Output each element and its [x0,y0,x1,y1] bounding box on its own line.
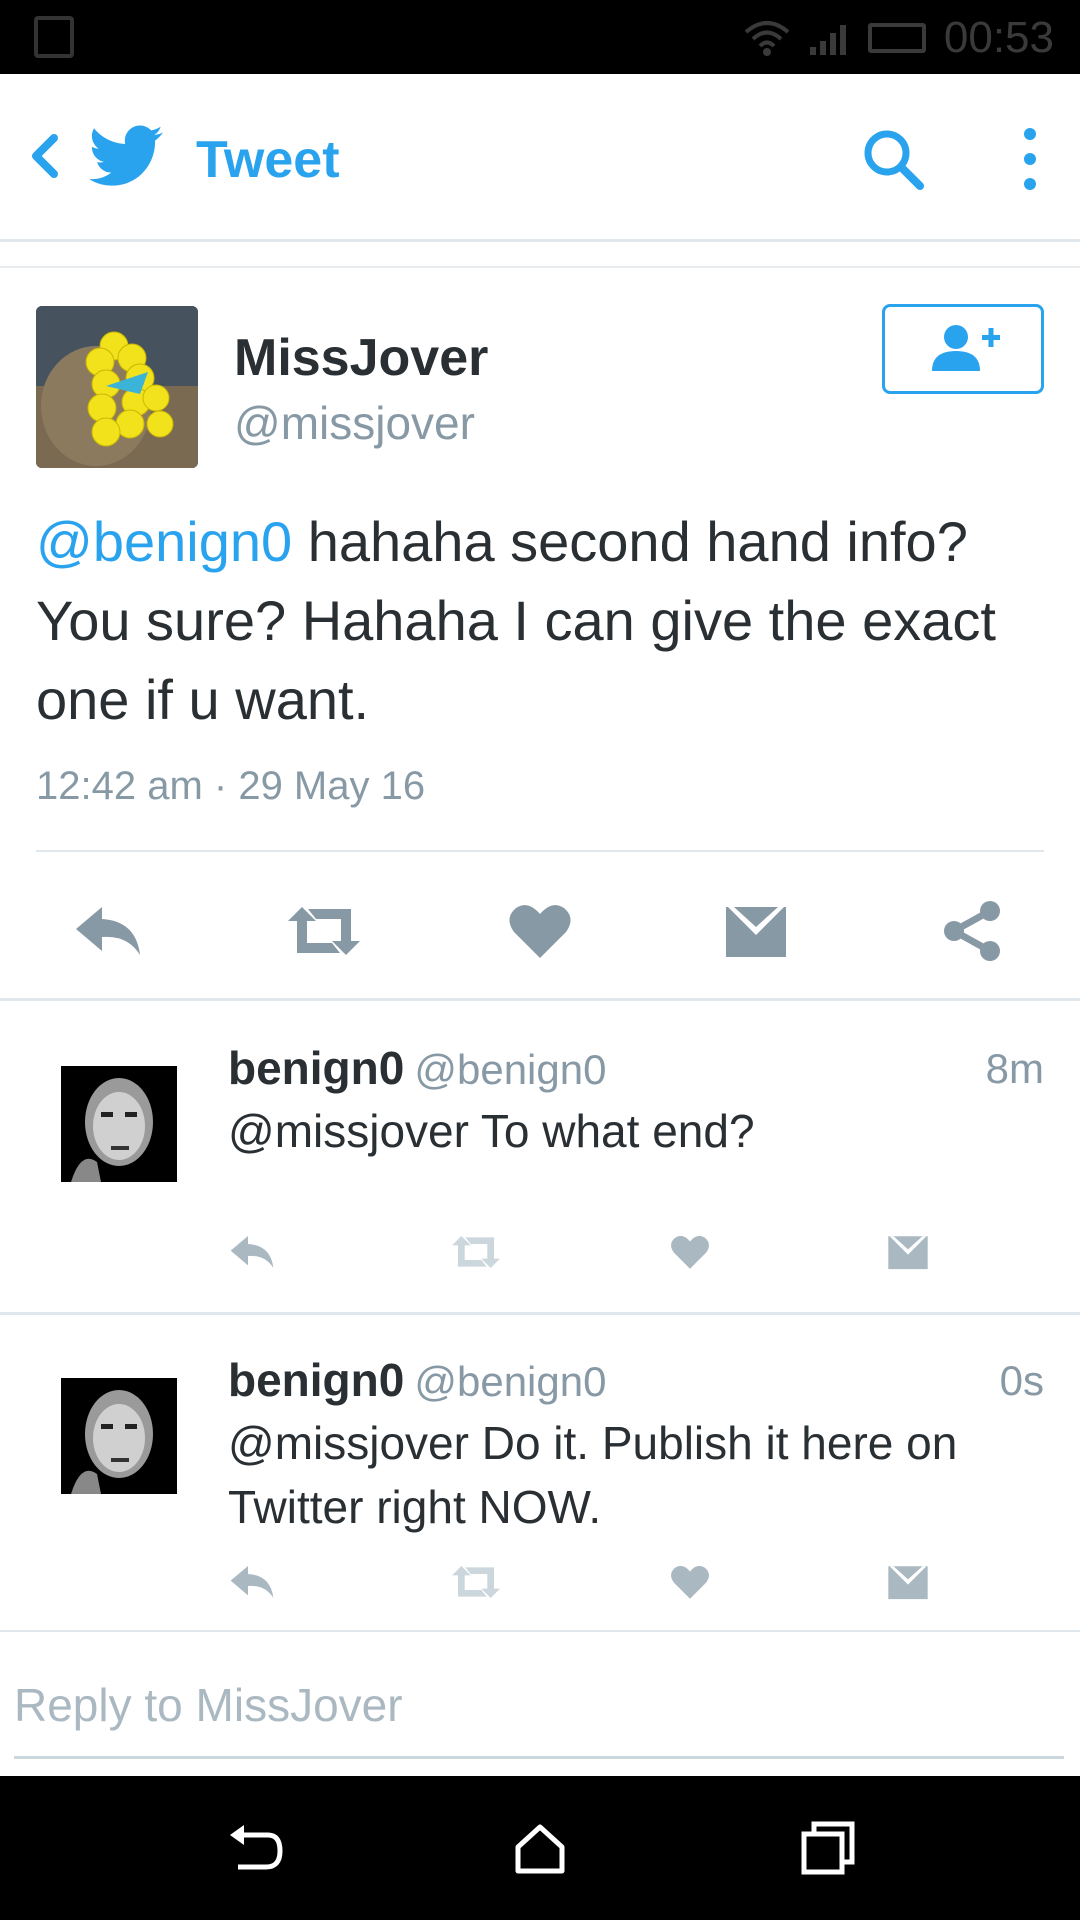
avatar[interactable] [36,306,198,468]
tweet-timestamp: 12:42 am · 29 May 16 [36,764,426,808]
mention-link[interactable]: @benign0 [36,510,292,573]
envelope-icon[interactable] [714,894,798,968]
reply-name-text: benign0 [228,1354,405,1406]
reply-item[interactable]: benign0 @benign0 0s @missjover Do it. Pub… [0,1315,1080,1629]
reply-actions [0,1227,1080,1287]
heart-icon[interactable] [662,1227,718,1277]
system-back-icon[interactable] [218,1812,290,1884]
reply-author-handle: @benign0 [414,1046,607,1093]
system-recents-icon[interactable] [792,1812,864,1884]
avatar-image [61,1066,177,1182]
battery-icon [867,23,926,53]
avatar-image [36,306,198,468]
status-time: 00:53 [943,13,1054,62]
retweet-icon[interactable] [282,894,366,968]
retweet-icon[interactable] [448,1227,504,1277]
reply-author-name[interactable]: benign0 @benign0 [228,1041,606,1095]
system-home-icon[interactable] [504,1812,576,1884]
status-bar: 00:53 [0,0,1080,74]
heart-icon[interactable] [662,1557,718,1607]
tweet-text: @benign0 hahaha second hand info? You su… [36,502,1046,739]
reply-text: @missjover To what end? [228,1105,755,1157]
avatar[interactable] [48,1053,190,1195]
divider [36,850,1044,852]
search-icon[interactable] [860,126,926,192]
more-vertical-icon[interactable] [1000,124,1060,194]
twitter-bird-icon [90,125,163,186]
author-name[interactable]: MissJover [234,328,488,388]
reply-icon[interactable] [224,1557,280,1607]
system-nav-bar [0,1776,1080,1920]
reply-actions [0,1557,1080,1617]
chevron-left-icon[interactable] [18,126,78,186]
avatar[interactable] [48,1365,190,1507]
reply-icon[interactable] [66,894,150,968]
share-icon[interactable] [930,894,1014,968]
app-bar: Tweet [0,74,1080,242]
reply-time: 8m [985,1045,1044,1092]
reply-text: @missjover Do it. Publish it here on Twi… [228,1417,958,1533]
envelope-icon[interactable] [880,1557,936,1607]
divider [0,266,1080,268]
tweet-actions [0,878,1080,988]
avatar-image [61,1378,177,1494]
page-title: Tweet [196,131,340,189]
reply-time: 0s [999,1357,1044,1404]
input-underline [14,1756,1064,1759]
reply-composer [0,1632,1080,1780]
follow-user-icon [932,325,1000,371]
status-indicators: 00:53 [742,10,1054,66]
heart-icon[interactable] [498,894,582,968]
reply-author-handle: @benign0 [414,1358,607,1405]
notification-icon [34,16,74,58]
retweet-icon[interactable] [448,1557,504,1607]
reply-item[interactable]: benign0 @benign0 8m @missjover To what en… [0,1001,1080,1311]
reply-input[interactable] [14,1672,1064,1738]
author-handle[interactable]: @missjover [234,396,475,450]
wifi-icon [744,21,790,56]
reply-name-text: benign0 [228,1042,405,1094]
reply-icon[interactable] [224,1227,280,1277]
envelope-icon[interactable] [880,1227,936,1277]
signal-icon [809,21,850,55]
follow-button[interactable] [882,304,1044,394]
reply-author-name[interactable]: benign0 @benign0 [228,1353,606,1407]
